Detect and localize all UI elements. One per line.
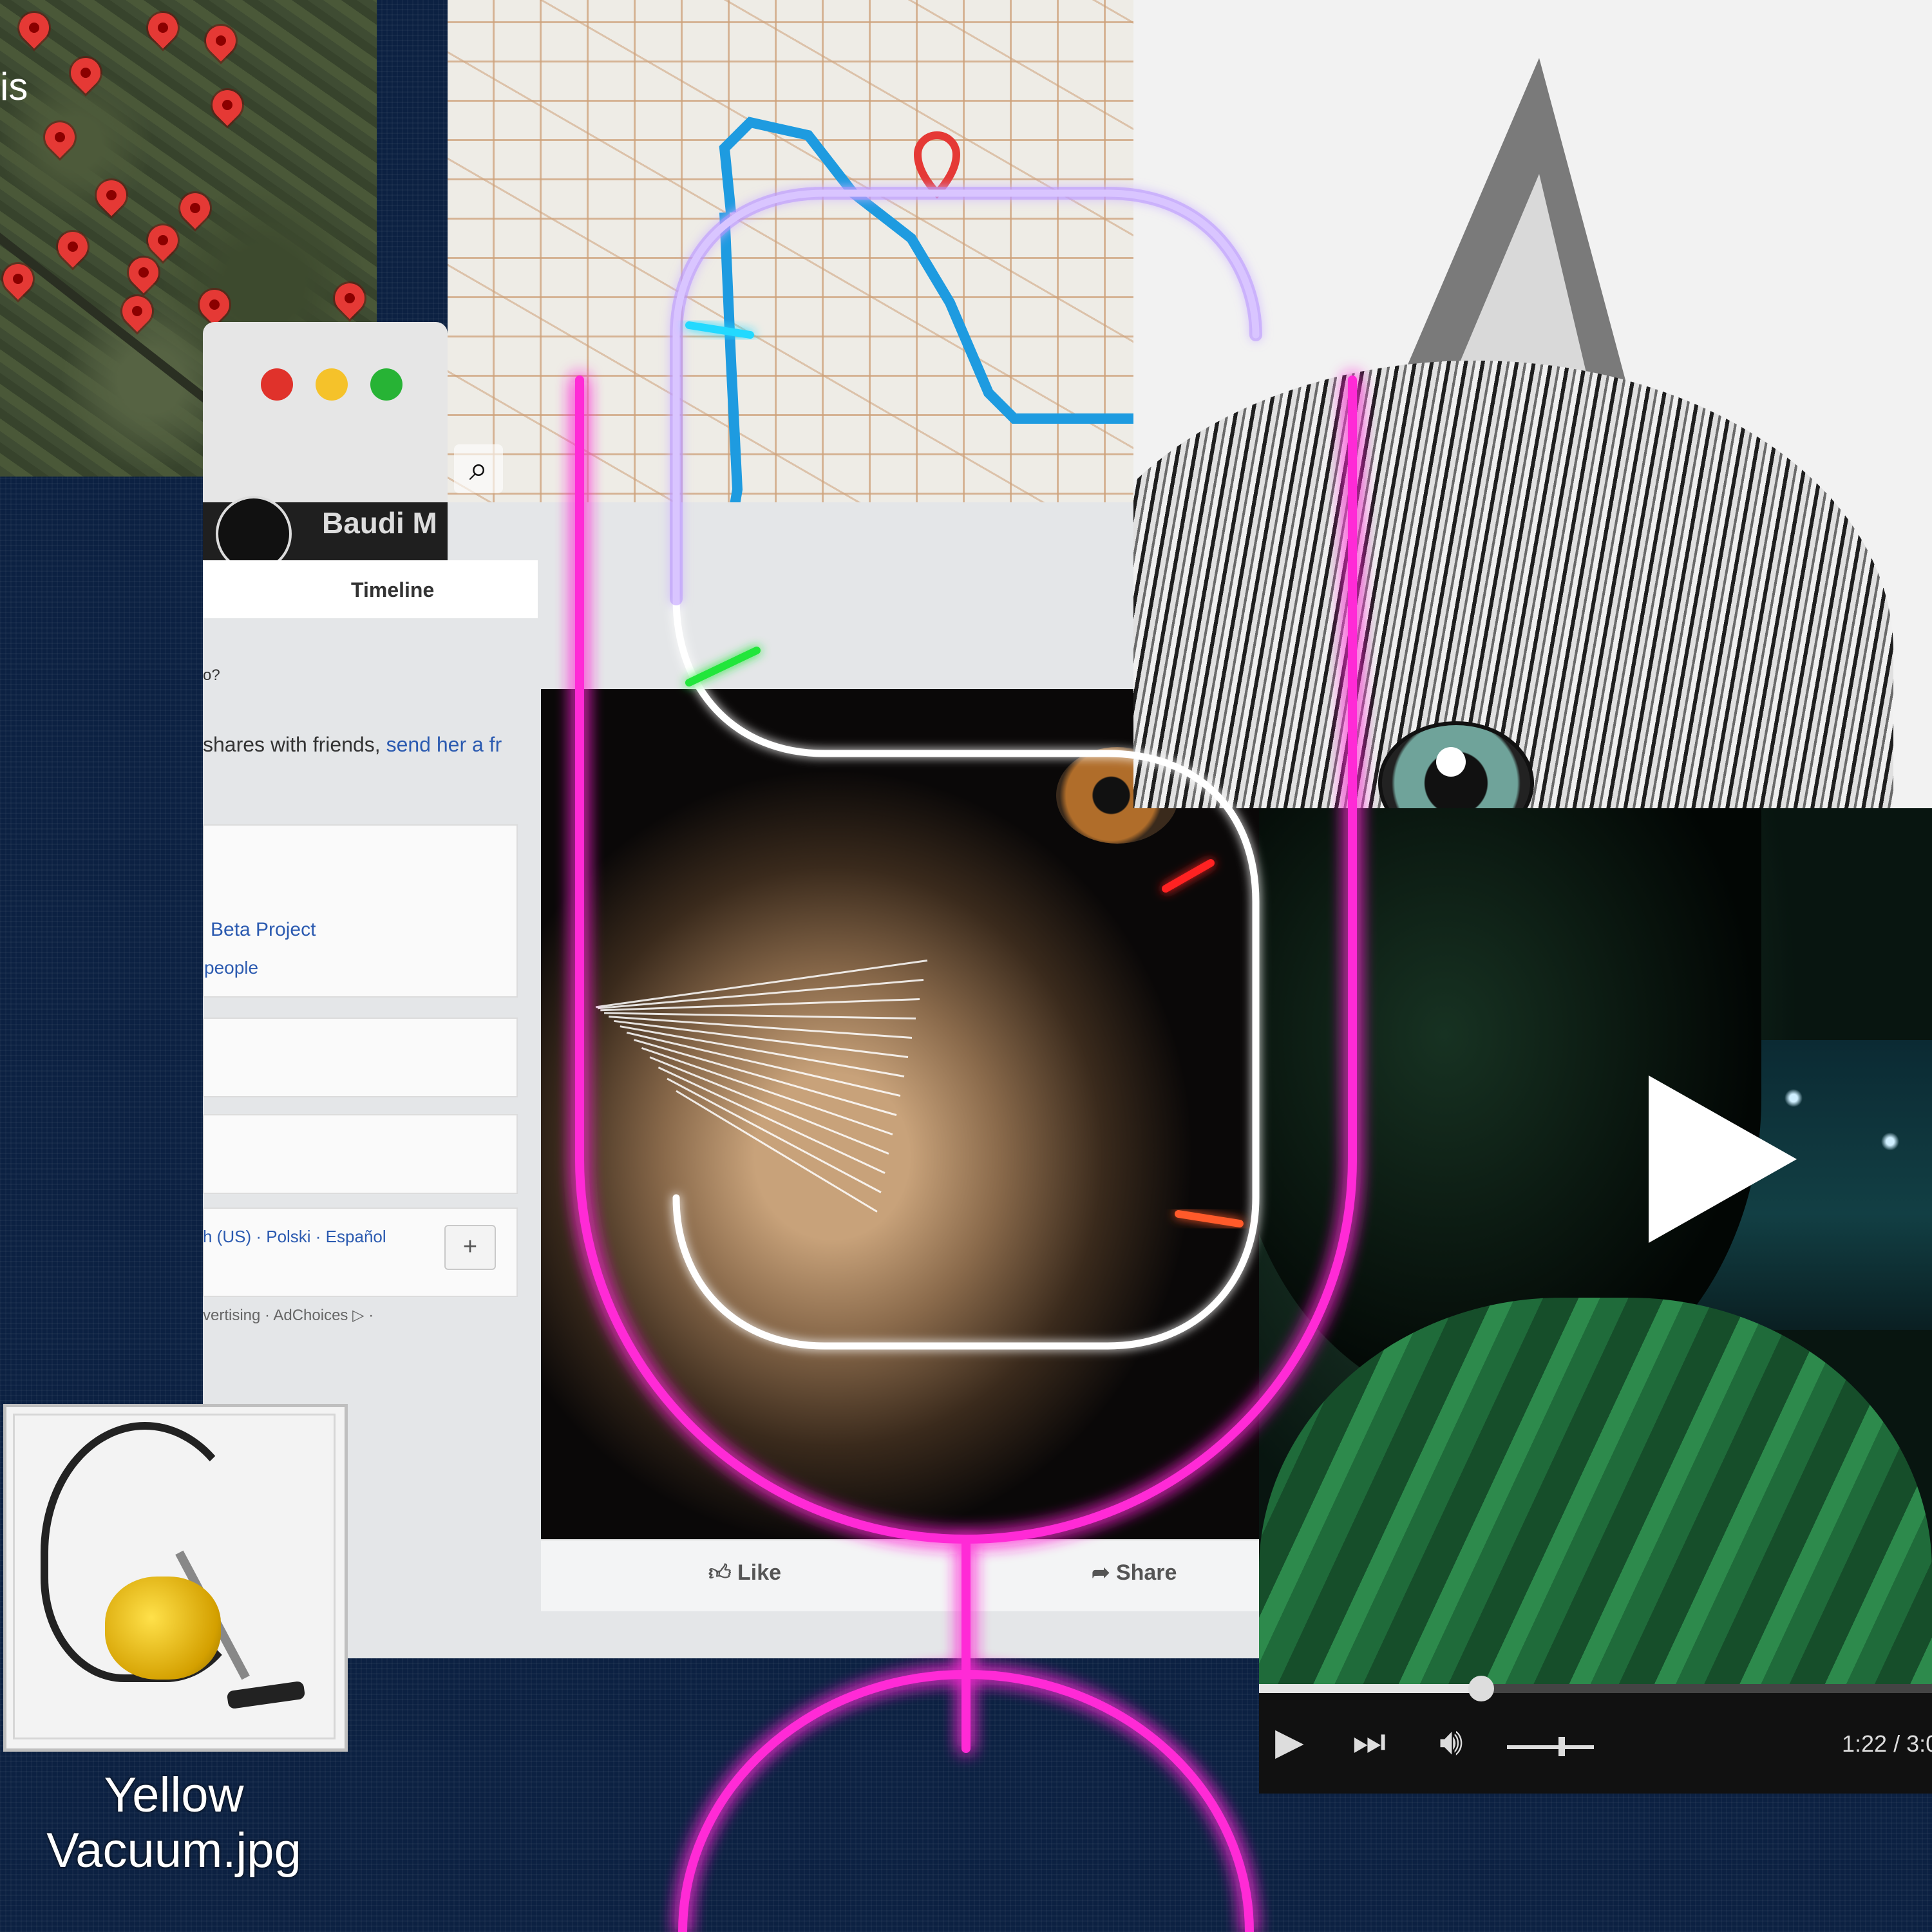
neon-tick bbox=[1175, 1210, 1244, 1227]
neon-tick bbox=[685, 647, 761, 687]
letter-s-icon bbox=[670, 187, 1262, 1350]
neon-microphone-logo bbox=[575, 187, 1357, 1932]
neon-tick bbox=[1162, 859, 1215, 893]
mic-holder bbox=[575, 375, 1357, 1544]
neon-accents bbox=[685, 202, 1247, 1343]
collage: is ⌕ ✦ Baudi M Timeline o? shares with f… bbox=[0, 0, 1932, 1932]
neon-tick bbox=[685, 321, 754, 339]
